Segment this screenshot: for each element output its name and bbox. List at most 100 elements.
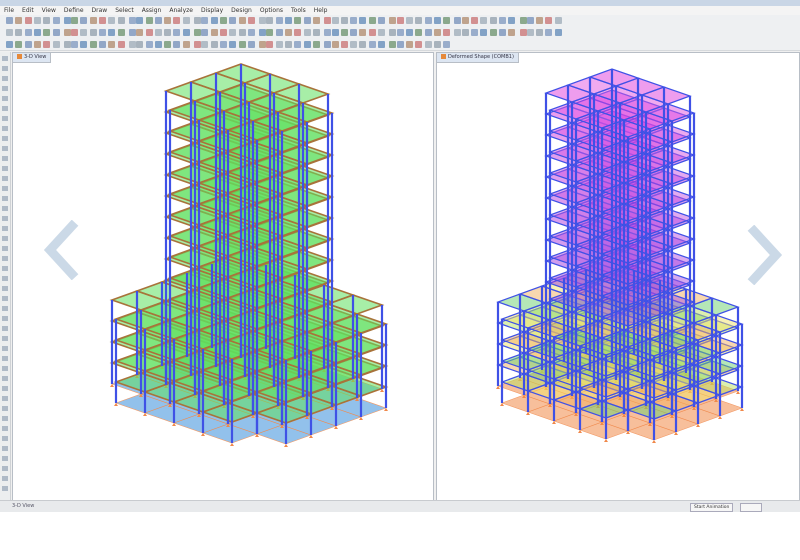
side-tool-icon[interactable] bbox=[2, 306, 8, 311]
toolbar-tool-icon[interactable] bbox=[489, 17, 497, 24]
side-tool-icon[interactable] bbox=[2, 76, 8, 81]
toolbar-tool-icon[interactable] bbox=[6, 29, 13, 36]
toolbar-tool-icon[interactable] bbox=[378, 41, 385, 48]
menu-assign[interactable]: Assign bbox=[138, 6, 166, 15]
menu-display[interactable]: Display bbox=[197, 6, 227, 15]
toolbar-tool-icon[interactable] bbox=[117, 29, 125, 36]
toolbar-tool-icon[interactable] bbox=[194, 29, 201, 36]
toolbar-tool-icon[interactable] bbox=[359, 17, 367, 24]
toolbar-tool-icon[interactable] bbox=[480, 29, 488, 36]
toolbar-tool-icon[interactable] bbox=[182, 41, 190, 48]
chevron-left-icon[interactable] bbox=[40, 220, 80, 280]
side-tool-icon[interactable] bbox=[2, 406, 8, 411]
toolbar-tool-icon[interactable] bbox=[259, 17, 267, 24]
toolbar-tool-icon[interactable] bbox=[43, 29, 51, 36]
toolbar-tool-icon[interactable] bbox=[247, 29, 255, 36]
toolbar-tool-icon[interactable] bbox=[454, 29, 462, 36]
toolbar-tool-icon[interactable] bbox=[405, 17, 413, 24]
menu-file[interactable]: File bbox=[0, 6, 18, 15]
toolbar-tool-icon[interactable] bbox=[389, 41, 397, 48]
toolbar-tool-icon[interactable] bbox=[303, 17, 311, 24]
start-animation-button[interactable]: Start Animation bbox=[690, 503, 734, 512]
toolbar-tool-icon[interactable] bbox=[201, 17, 209, 24]
toolbar-tool-icon[interactable] bbox=[266, 29, 274, 36]
toolbar-tool-icon[interactable] bbox=[285, 17, 292, 24]
toolbar-tool-icon[interactable] bbox=[229, 17, 237, 24]
toolbar-tool-icon[interactable] bbox=[210, 41, 218, 48]
toolbar-tool-icon[interactable] bbox=[154, 29, 162, 36]
menu-help[interactable]: Help bbox=[310, 6, 332, 15]
toolbar-tool-icon[interactable] bbox=[128, 17, 136, 24]
side-tool-icon[interactable] bbox=[2, 266, 8, 271]
toolbar-tool-icon[interactable] bbox=[80, 17, 88, 24]
menu-draw[interactable]: Draw bbox=[88, 6, 112, 15]
toolbar-tool-icon[interactable] bbox=[359, 29, 367, 36]
toolbar-tool-icon[interactable] bbox=[266, 41, 274, 48]
toolbar-tool-icon[interactable] bbox=[303, 29, 311, 36]
toolbar-tool-icon[interactable] bbox=[6, 17, 13, 24]
toolbar-tool-icon[interactable] bbox=[275, 29, 283, 36]
toolbar-tool-icon[interactable] bbox=[52, 29, 60, 36]
menu-tools[interactable]: Tools bbox=[287, 6, 310, 15]
toolbar-tool-icon[interactable] bbox=[136, 29, 144, 36]
toolbar-tool-icon[interactable] bbox=[80, 41, 88, 48]
toolbar-tool-icon[interactable] bbox=[108, 17, 116, 24]
toolbar-tool-icon[interactable] bbox=[210, 29, 218, 36]
toolbar-tool-icon[interactable] bbox=[396, 41, 404, 48]
toolbar-tool-icon[interactable] bbox=[331, 17, 339, 24]
toolbar-tool-icon[interactable] bbox=[331, 41, 339, 48]
toolbar-tool-icon[interactable] bbox=[201, 41, 209, 48]
toolbar-tool-icon[interactable] bbox=[368, 41, 376, 48]
side-tool-icon[interactable] bbox=[2, 66, 8, 71]
toolbar-tool-icon[interactable] bbox=[247, 17, 255, 24]
side-tool-icon[interactable] bbox=[2, 416, 8, 421]
menu-design[interactable]: Design bbox=[227, 6, 256, 15]
toolbar-tool-icon[interactable] bbox=[498, 29, 506, 36]
toolbar-tool-icon[interactable] bbox=[545, 29, 553, 36]
toolbar-tool-icon[interactable] bbox=[424, 41, 432, 48]
toolbar-tool-icon[interactable] bbox=[359, 41, 367, 48]
toolbar-tool-icon[interactable] bbox=[433, 29, 441, 36]
toolbar-tool-icon[interactable] bbox=[238, 29, 246, 36]
toolbar-tool-icon[interactable] bbox=[136, 17, 144, 24]
side-tool-icon[interactable] bbox=[2, 426, 8, 431]
toolbar-tool-icon[interactable] bbox=[294, 41, 302, 48]
menu-options[interactable]: Options bbox=[256, 6, 287, 15]
toolbar-tool-icon[interactable] bbox=[536, 17, 544, 24]
side-tool-icon[interactable] bbox=[2, 236, 8, 241]
toolbar-tool-icon[interactable] bbox=[43, 17, 51, 24]
toolbar-tool-icon[interactable] bbox=[15, 17, 23, 24]
toolbar-tool-icon[interactable] bbox=[210, 17, 218, 24]
toolbar-tool-icon[interactable] bbox=[294, 29, 302, 36]
toolbar-tool-icon[interactable] bbox=[378, 17, 385, 24]
toolbar-tool-icon[interactable] bbox=[554, 29, 562, 36]
toolbar-tool-icon[interactable] bbox=[164, 17, 172, 24]
toolbar-tool-icon[interactable] bbox=[389, 29, 397, 36]
toolbar-tool-icon[interactable] bbox=[182, 29, 190, 36]
toolbar-tool-icon[interactable] bbox=[24, 29, 32, 36]
side-tool-icon[interactable] bbox=[2, 376, 8, 381]
toolbar-tool-icon[interactable] bbox=[63, 41, 71, 48]
toolbar-tool-icon[interactable] bbox=[33, 41, 41, 48]
toolbar-tool-icon[interactable] bbox=[508, 29, 516, 36]
toolbar-tool-icon[interactable] bbox=[259, 41, 267, 48]
toolbar-tool-icon[interactable] bbox=[471, 29, 478, 36]
side-tool-icon[interactable] bbox=[2, 326, 8, 331]
side-tool-icon[interactable] bbox=[2, 156, 8, 161]
toolbar-tool-icon[interactable] bbox=[312, 17, 320, 24]
side-tool-icon[interactable] bbox=[2, 116, 8, 121]
side-tool-icon[interactable] bbox=[2, 176, 8, 181]
toolbar-tool-icon[interactable] bbox=[454, 17, 462, 24]
toolbar-tool-icon[interactable] bbox=[294, 17, 302, 24]
toolbar-tool-icon[interactable] bbox=[350, 29, 358, 36]
toolbar-tool-icon[interactable] bbox=[71, 29, 79, 36]
toolbar-tool-icon[interactable] bbox=[424, 29, 432, 36]
toolbar-tool-icon[interactable] bbox=[71, 17, 79, 24]
toolbar-tool-icon[interactable] bbox=[63, 29, 71, 36]
toolbar-tool-icon[interactable] bbox=[63, 17, 71, 24]
side-tool-icon[interactable] bbox=[2, 106, 8, 111]
toolbar-tool-icon[interactable] bbox=[99, 17, 106, 24]
toolbar-tool-icon[interactable] bbox=[89, 17, 97, 24]
toolbar-tool-icon[interactable] bbox=[173, 41, 181, 48]
toolbar-tool-icon[interactable] bbox=[164, 41, 172, 48]
